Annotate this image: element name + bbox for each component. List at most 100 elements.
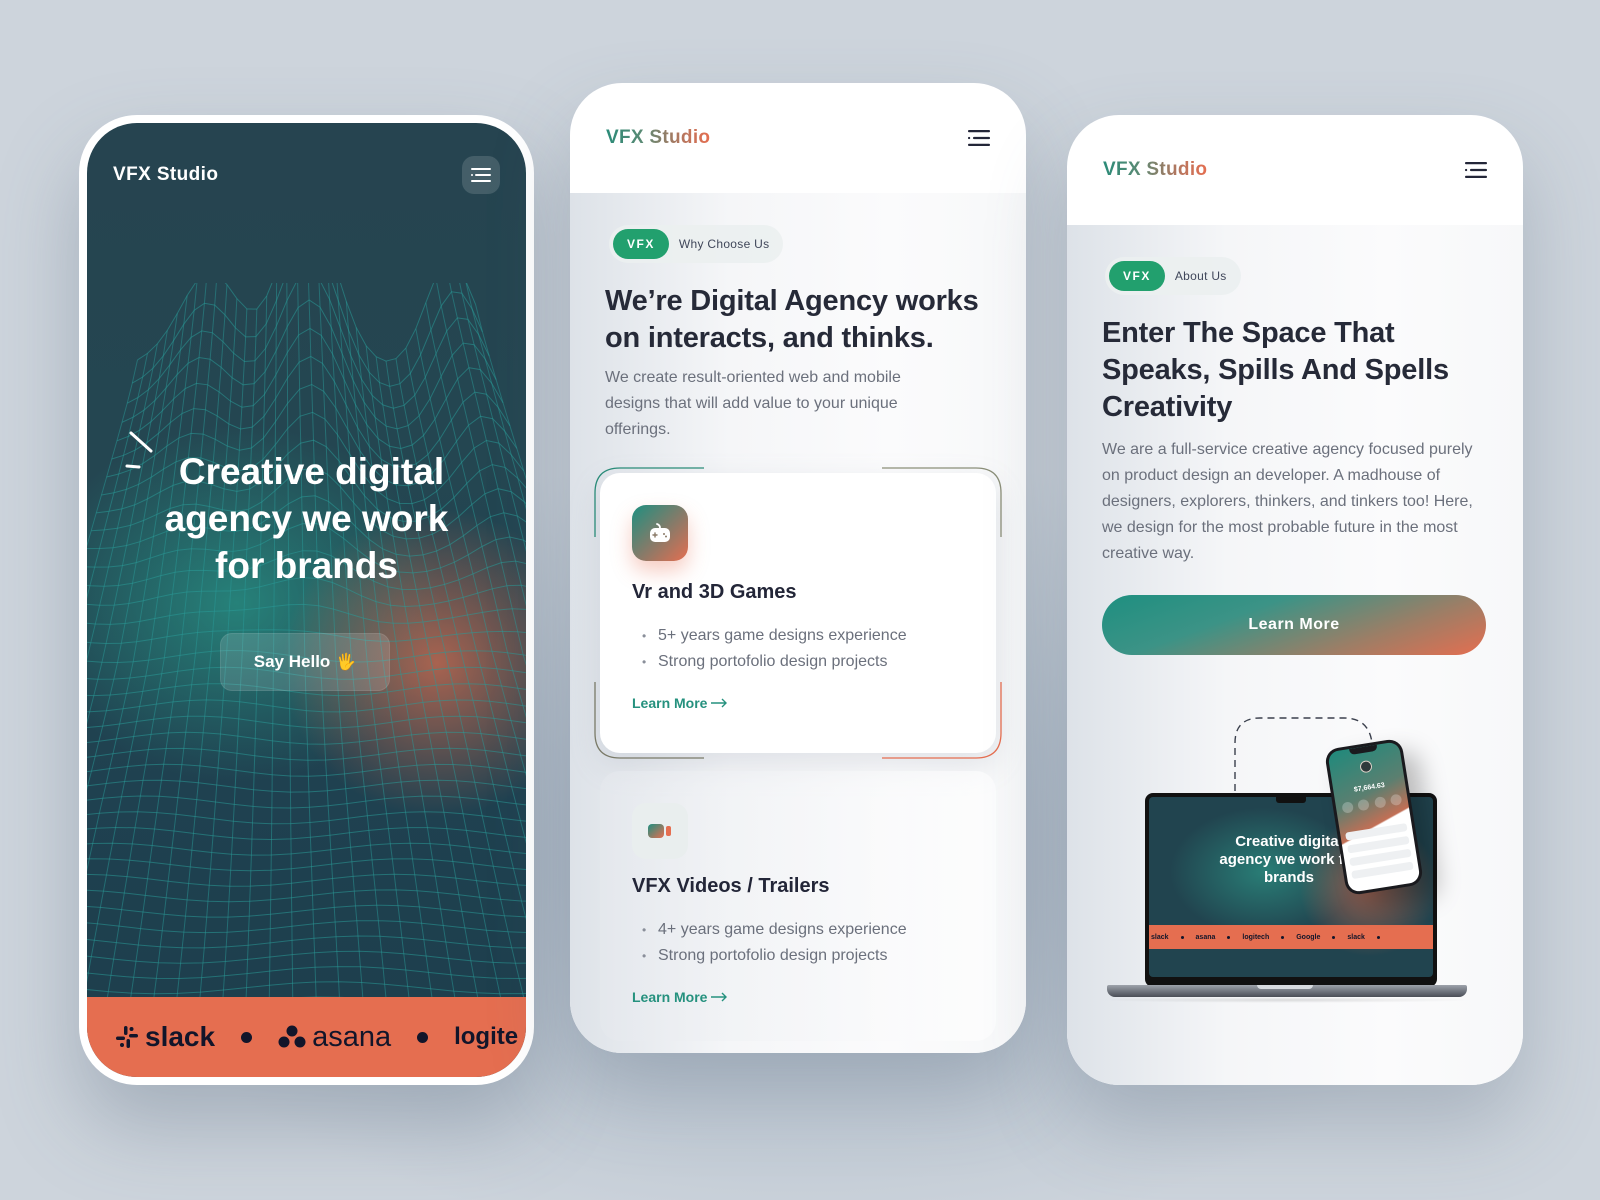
logo[interactable]: VFX Studio — [606, 127, 710, 149]
arrow-right-icon — [711, 992, 728, 1002]
wireframe-line — [142, 284, 228, 1077]
service-card[interactable]: Vr and 3D Games 5+ years game designs ex… — [594, 467, 1002, 759]
wireframe-line — [132, 283, 483, 387]
wireframe-line — [87, 295, 188, 872]
wireframe-line — [87, 858, 526, 872]
hero-screen: VFX Studio Creative digital agency we wo… — [87, 123, 526, 1077]
separator-dot — [1376, 935, 1380, 939]
device-mockup: Creative digital agency we work for bran… — [1099, 715, 1487, 1015]
wireframe-line — [355, 327, 469, 1077]
separator-dot — [1281, 935, 1285, 939]
transaction-list — [1345, 823, 1414, 884]
learn-more-link[interactable]: Learn More — [632, 695, 728, 711]
avatar — [1359, 759, 1373, 774]
section-description: We create result-oriented web and mobile… — [605, 369, 901, 438]
section-title: We’re Digital Agency works on interacts,… — [605, 285, 979, 354]
camera-notch — [1276, 797, 1306, 803]
brand-asana: asana — [278, 1021, 391, 1054]
wireframe-line — [87, 842, 526, 856]
say-hello-label: Say Hello — [253, 652, 331, 671]
logo[interactable]: VFX Studio — [1103, 159, 1207, 181]
brand-name: asana — [1195, 933, 1216, 941]
header: VFX Studio — [606, 123, 990, 153]
slack-icon — [116, 1026, 138, 1048]
brand-name: logite — [454, 1023, 519, 1050]
menu-icon[interactable] — [1465, 162, 1487, 178]
service-title: Vr and 3D Games — [632, 581, 797, 603]
section-label-pill: VFX About Us — [1105, 257, 1241, 295]
action-buttons — [1341, 793, 1403, 814]
hero-title-line: for brands — [215, 545, 398, 586]
service-icon-box — [632, 505, 688, 561]
brand-logitech: logite — [454, 1023, 518, 1051]
brand-slack: slack — [115, 1021, 215, 1053]
wireframe-line — [87, 966, 526, 980]
learn-more-label: Learn More — [1248, 616, 1340, 633]
wireframe-line — [87, 935, 526, 949]
wireframe-line — [87, 981, 526, 995]
waving-hand-icon: 🖐 — [336, 654, 357, 671]
learn-more-button[interactable]: Learn More — [1102, 595, 1486, 655]
service-points: 5+ years game designs experience Strong … — [642, 623, 907, 675]
separator-dot — [241, 1031, 253, 1043]
wireframe-line — [137, 283, 476, 362]
wireframe-line — [415, 328, 526, 777]
brand-strip: slack asana logite — [87, 997, 526, 1077]
phone-mockup-about: VFX Studio VFX About Us Enter The Space … — [1067, 115, 1523, 1085]
wireframe-line — [87, 731, 526, 745]
brand-name: asana — [312, 1020, 392, 1053]
wireframe-line — [87, 763, 526, 777]
section-label-pill: VFX Why Choose Us — [609, 225, 784, 263]
laptop-brand-strip: slack asana logitech Google slack — [1149, 925, 1433, 949]
learn-more-label: Learn More — [632, 695, 708, 711]
brand-name: Google — [1296, 933, 1321, 941]
service-icon-box — [632, 803, 688, 859]
asana-icon — [278, 1025, 306, 1048]
wireframe-line — [87, 603, 526, 625]
service-point: Strong portofolio design projects — [642, 649, 907, 675]
section-label: Why Choose Us — [678, 237, 770, 251]
say-hello-button[interactable]: Say Hello 🖐 — [220, 633, 390, 691]
service-point: 5+ years game designs experience — [642, 623, 907, 649]
hero-title: Creative digital agency we work for bran… — [87, 448, 526, 589]
separator-dot — [1227, 935, 1231, 939]
laptop-shadow — [1099, 997, 1475, 1003]
service-point: Strong portofolio design projects — [642, 943, 907, 969]
separator-dot — [417, 1031, 429, 1043]
header: VFX Studio — [1103, 155, 1487, 185]
arrow-right-icon — [711, 698, 728, 708]
wireframe-line — [87, 950, 526, 964]
video-camera-icon — [648, 824, 671, 838]
service-card[interactable]: VFX Videos / Trailers 4+ years game desi… — [600, 771, 996, 1041]
brand-name: slack — [1347, 933, 1365, 941]
wireframe-line — [87, 779, 526, 793]
wireframe-line — [87, 920, 526, 934]
brand-name: slack — [1151, 933, 1169, 941]
service-point: 4+ years game designs experience — [642, 917, 907, 943]
phone-notch — [1349, 744, 1378, 755]
menu-button[interactable] — [462, 156, 500, 194]
learn-more-link[interactable]: Learn More — [632, 989, 728, 1005]
hero-title-line: Creative digital — [178, 451, 445, 492]
section-description: We are a full-service creative agency fo… — [1102, 441, 1473, 562]
service-title: VFX Videos / Trailers — [632, 875, 830, 897]
learn-more-label: Learn More — [632, 989, 708, 1005]
vfx-tag: VFX — [1109, 261, 1165, 291]
wireframe-line — [87, 747, 526, 761]
logo[interactable]: VFX Studio — [113, 164, 218, 186]
phone-mockup-services: VFX Studio VFX Why Choose Us We’re Digit… — [570, 83, 1026, 1053]
brand-name: logitech — [1242, 933, 1270, 941]
header: VFX Studio — [113, 155, 500, 195]
separator-dot — [1332, 935, 1336, 939]
section-label: About Us — [1174, 269, 1227, 283]
menu-icon — [471, 168, 491, 182]
wireframe-line — [87, 904, 526, 918]
brand-name: slack — [145, 1021, 216, 1052]
vfx-tag: VFX — [613, 229, 669, 259]
wireframe-line — [436, 283, 526, 666]
section-title: Enter The Space That Speaks, Spills And … — [1102, 317, 1449, 423]
menu-icon[interactable] — [968, 130, 990, 146]
laptop-base — [1107, 985, 1467, 997]
service-points: 4+ years game designs experience Strong … — [642, 917, 907, 969]
gamepad-icon — [650, 523, 670, 542]
